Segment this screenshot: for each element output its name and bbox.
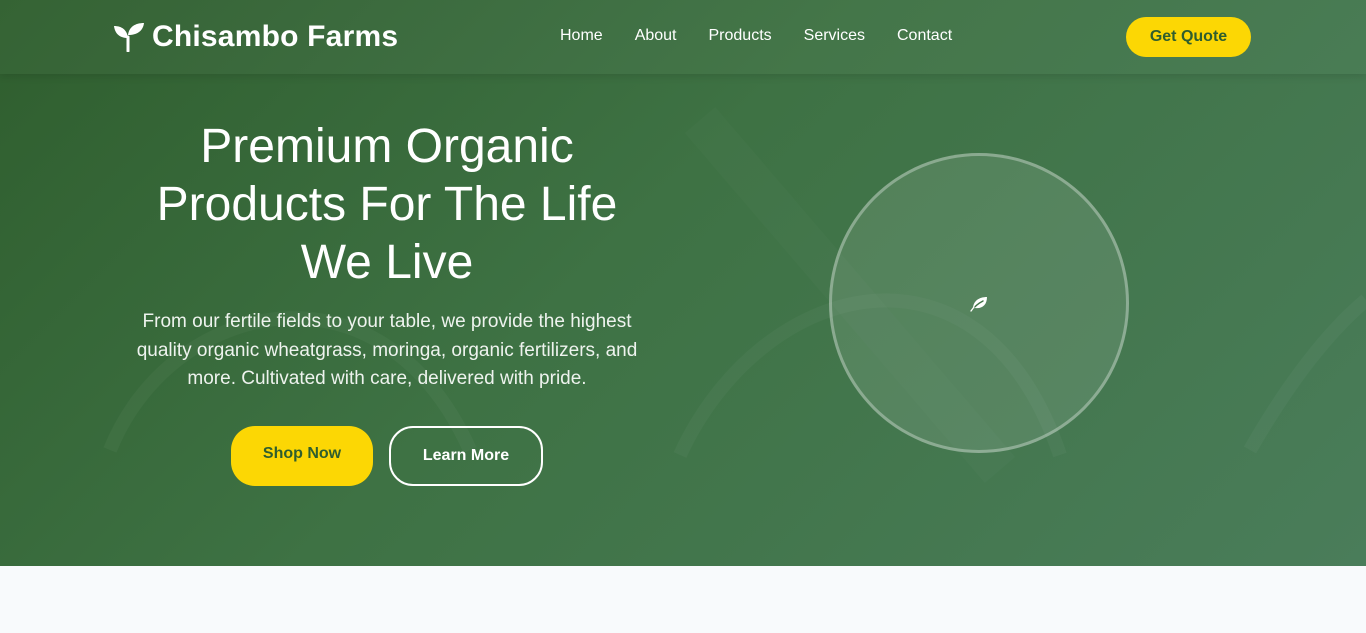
seedling-icon [114, 23, 144, 52]
nav-link-contact[interactable]: Contact [897, 27, 952, 44]
brand-name: Chisambo Farms [152, 20, 399, 53]
top-navbar: Chisambo Farms Home About Products Servi… [0, 0, 1366, 74]
shop-now-button[interactable]: Shop Now [231, 425, 373, 486]
nav-link-products[interactable]: Products [709, 27, 772, 44]
main-nav: Home About Products Services Contact [560, 26, 952, 46]
next-section [0, 566, 1366, 633]
hero-title-line-1: Premium Organic [200, 120, 574, 173]
brand-logo-link[interactable]: Chisambo Farms [113, 18, 398, 56]
hero-actions: Shop Now Learn More [127, 425, 647, 486]
hero-content: Premium Organic Products For The Life We… [127, 118, 647, 486]
get-quote-button[interactable]: Get Quote [1126, 17, 1251, 57]
hero-title-line-3: We Live [300, 236, 474, 289]
nav-link-services[interactable]: Services [804, 27, 865, 44]
learn-more-button[interactable]: Learn More [389, 425, 543, 486]
nav-link-about[interactable]: About [635, 27, 677, 44]
nav-link-home[interactable]: Home [560, 27, 603, 44]
hero-image-circle [829, 153, 1129, 453]
hero-title: Premium Organic Products For The Life We… [127, 118, 647, 292]
hero-title-line-2: Products For The Life [156, 178, 618, 231]
leaf-icon [970, 297, 987, 312]
hero-section: Chisambo Farms Home About Products Servi… [0, 0, 1366, 566]
hero-description: From our fertile fields to your table, w… [136, 311, 638, 389]
